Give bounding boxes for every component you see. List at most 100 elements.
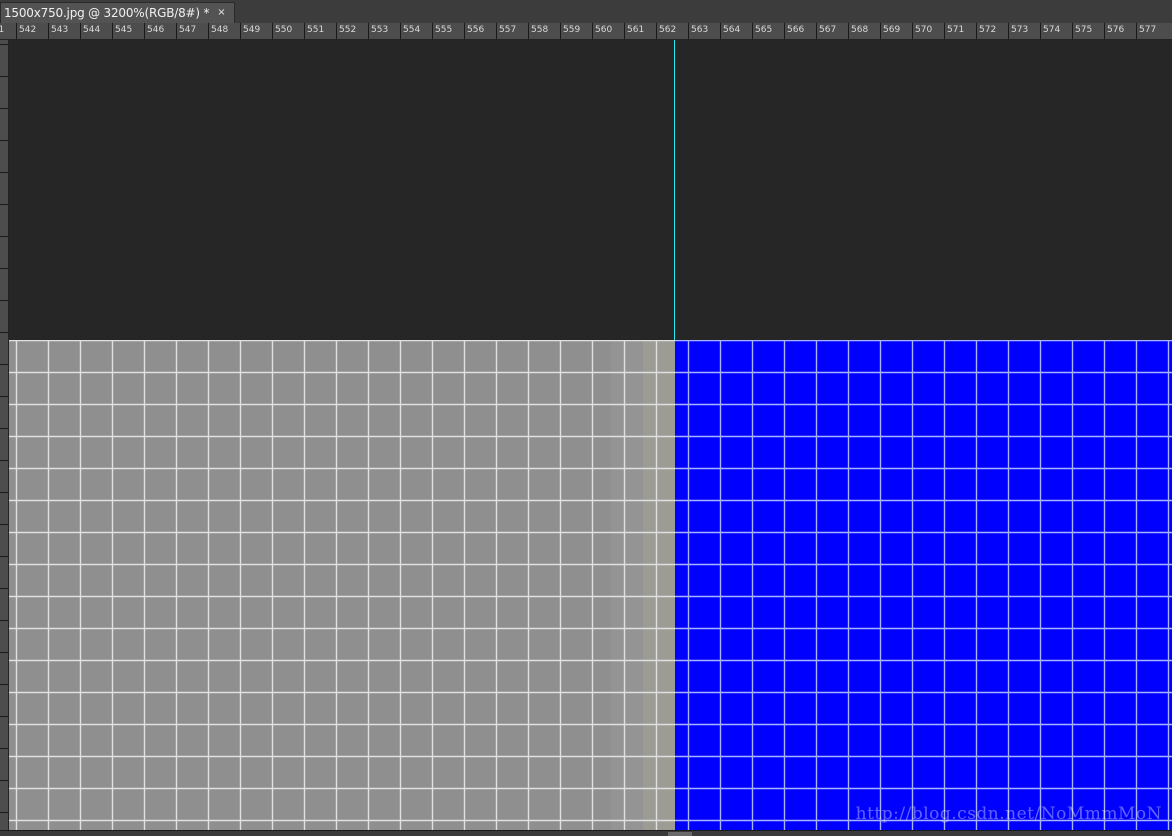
ruler-tick	[0, 236, 8, 237]
ruler-tick	[304, 23, 305, 39]
ruler-tick	[208, 23, 209, 39]
close-icon[interactable]: ×	[217, 8, 225, 18]
ruler-tick-label: 543	[51, 25, 69, 35]
ruler-tick-label: 560	[595, 25, 613, 35]
ruler-tick	[976, 23, 977, 39]
ruler-tick	[336, 23, 337, 39]
ruler-tick	[0, 44, 8, 45]
document-tab-bar: 1500x750.jpg @ 3200%(RGB/8#) * ×	[0, 0, 1172, 24]
ruler-tick	[0, 812, 8, 813]
ruler-tick	[0, 652, 8, 653]
ruler-tick	[752, 23, 753, 39]
ruler-tick	[528, 23, 529, 39]
ruler-tick-label: 559	[563, 25, 581, 35]
ruler-tick	[944, 23, 945, 39]
ruler-tick-label: 554	[403, 25, 421, 35]
ruler-tick	[592, 23, 593, 39]
document-canvas[interactable]: http://blog.csdn.net/NoMmmMoN	[9, 40, 1172, 830]
ruler-tick	[1040, 23, 1041, 39]
ruler-tick	[272, 23, 273, 39]
ruler-tick	[496, 23, 497, 39]
ruler-tick	[368, 23, 369, 39]
ruler-tick-label: 548	[211, 25, 229, 35]
ruler-tick-label: 576	[1107, 25, 1125, 35]
ruler-tick	[0, 268, 8, 269]
ruler-tick-label: 561	[627, 25, 645, 35]
ruler-tick	[0, 556, 8, 557]
ruler-tick	[784, 23, 785, 39]
status-bar	[0, 830, 1172, 836]
ruler-tick	[400, 23, 401, 39]
ruler-tick	[720, 23, 721, 39]
ruler-tick-label: 545	[115, 25, 133, 35]
ruler-tick	[0, 492, 8, 493]
ruler-tick	[848, 23, 849, 39]
ruler-tick-label: 555	[435, 25, 453, 35]
photoshop-document-window: 1500x750.jpg @ 3200%(RGB/8#) * × 5415425…	[0, 0, 1172, 836]
ruler-tick	[1136, 23, 1137, 39]
ruler-tick-label: 551	[307, 25, 325, 35]
ruler-tick	[0, 332, 8, 333]
document-tab[interactable]: 1500x750.jpg @ 3200%(RGB/8#) * ×	[0, 2, 235, 23]
ruler-tick	[0, 76, 8, 77]
ruler-tick-label: 544	[83, 25, 101, 35]
ruler-tick-label: 550	[275, 25, 293, 35]
ruler-tick	[144, 23, 145, 39]
ruler-tick	[1008, 23, 1009, 39]
ruler-tick-label: 565	[755, 25, 773, 35]
horizontal-scroll-thumb[interactable]	[668, 832, 692, 836]
ruler-tick-label: 563	[691, 25, 709, 35]
vertical-ruler[interactable]	[0, 40, 9, 830]
ruler-tick	[880, 23, 881, 39]
ruler-tick	[0, 460, 8, 461]
document-tab-title: 1500x750.jpg @ 3200%(RGB/8#) *	[4, 6, 210, 20]
ruler-tick-label: 570	[915, 25, 933, 35]
ruler-tick-label: 556	[467, 25, 485, 35]
ruler-tick-label: 573	[1011, 25, 1029, 35]
ruler-tick	[0, 748, 8, 749]
ruler-tick	[912, 23, 913, 39]
ruler-tick-label: 546	[147, 25, 165, 35]
ruler-tick	[0, 364, 8, 365]
ruler-tick	[1104, 23, 1105, 39]
ruler-tick	[432, 23, 433, 39]
ruler-tick	[0, 396, 8, 397]
ruler-tick	[0, 204, 8, 205]
ruler-tick	[0, 524, 8, 525]
ruler-tick	[560, 23, 561, 39]
ruler-tick	[816, 23, 817, 39]
ruler-tick-label: 577	[1139, 25, 1157, 35]
watermark-text: http://blog.csdn.net/NoMmmMoN	[855, 804, 1162, 824]
ruler-tick	[656, 23, 657, 39]
ruler-tick	[0, 716, 8, 717]
ruler-tick-label: 566	[787, 25, 805, 35]
pixel-grid	[9, 340, 1172, 830]
ruler-tick-label: 547	[179, 25, 197, 35]
ruler-tick	[624, 23, 625, 39]
ruler-tick-label: 552	[339, 25, 357, 35]
ruler-tick-label: 542	[19, 25, 37, 35]
ruler-tick-label: 564	[723, 25, 741, 35]
horizontal-ruler[interactable]: 541 542 543 544 545 546 547 548 549 550 551 552 553 5…	[0, 23, 1172, 40]
ruler-tick	[240, 23, 241, 39]
vertical-guide[interactable]	[674, 40, 675, 340]
ruler-tick	[0, 140, 8, 141]
ruler-tick	[0, 684, 8, 685]
ruler-tick	[0, 108, 8, 109]
ruler-tick	[464, 23, 465, 39]
ruler-tick	[112, 23, 113, 39]
ruler-tick	[1072, 23, 1073, 39]
ruler-tick-label: 558	[531, 25, 549, 35]
ruler-tick-label: 575	[1075, 25, 1093, 35]
ruler-tick	[176, 23, 177, 39]
ruler-tick	[0, 300, 8, 301]
ruler-tick-label: 569	[883, 25, 901, 35]
ruler-tick	[80, 23, 81, 39]
ruler-tick-label: 572	[979, 25, 997, 35]
ruler-tick-label: 553	[371, 25, 389, 35]
ruler-tick-label: 557	[499, 25, 517, 35]
ruler-tick	[0, 588, 8, 589]
ruler-tick	[688, 23, 689, 39]
ruler-tick	[0, 172, 8, 173]
ruler-tick	[16, 23, 17, 39]
